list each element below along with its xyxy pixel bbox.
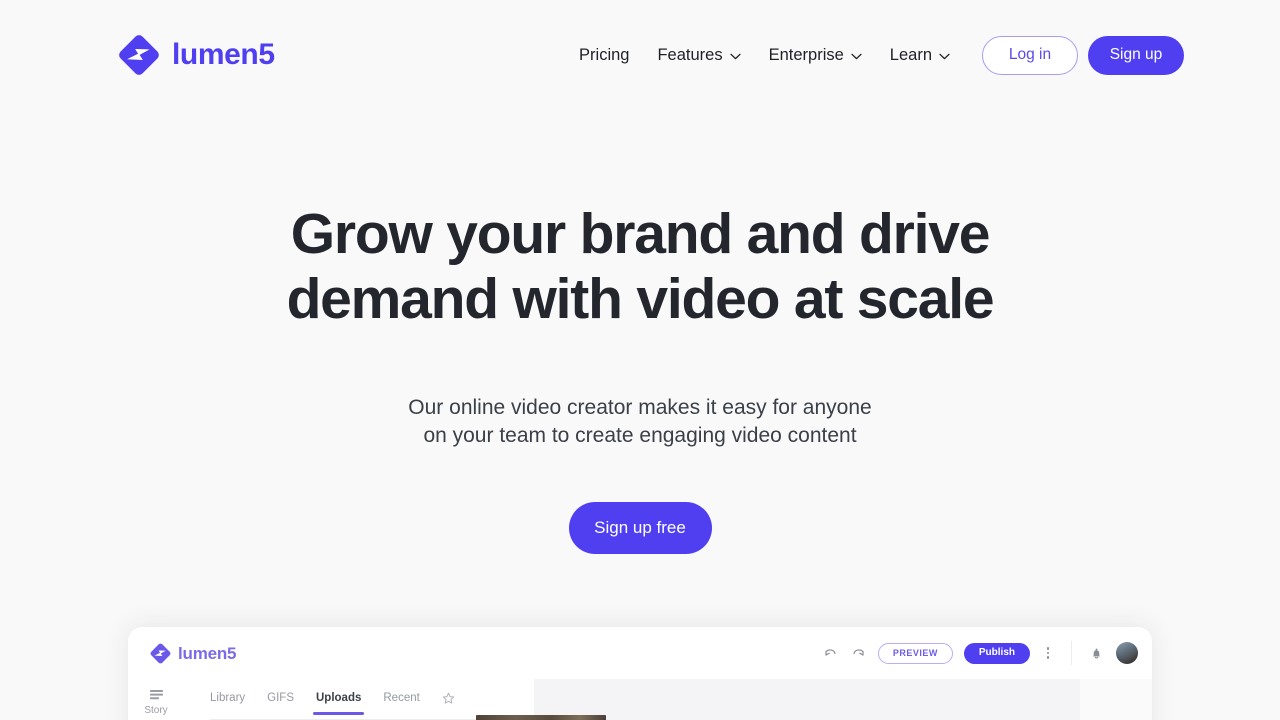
- nav-label-learn: Learn: [889, 45, 932, 64]
- chevron-down-icon: [851, 53, 862, 59]
- rail-label-story: Story: [144, 705, 168, 716]
- auth-actions: Log in Sign up: [982, 35, 1184, 75]
- login-button[interactable]: Log in: [982, 35, 1078, 75]
- mockup-body: Story Library GIFS Uploads Recent: [128, 679, 1152, 720]
- main-nav: Pricing Features Enterprise Learn: [579, 47, 950, 64]
- hero-title-line-1: Grow your brand and drive: [290, 202, 991, 266]
- kebab-dot: [1046, 651, 1050, 655]
- brand-logo[interactable]: lumen5: [118, 34, 275, 76]
- story-lines-icon[interactable]: [149, 689, 164, 702]
- hero-title-line-2: demand with video at scale: [286, 266, 995, 331]
- nav-item-enterprise[interactable]: Enterprise: [769, 47, 862, 64]
- nav-item-learn[interactable]: Learn: [890, 47, 950, 64]
- chevron-down-icon: [729, 53, 741, 59]
- signup-free-button[interactable]: Sign up free: [568, 501, 712, 554]
- nav-label-features: Features: [657, 45, 723, 64]
- lumen5-diamond-logo-icon: [119, 35, 159, 75]
- bell-icon[interactable]: [1088, 645, 1105, 662]
- nav-item-pricing[interactable]: Pricing: [579, 47, 629, 64]
- tab-recent[interactable]: Recent: [383, 692, 419, 715]
- redo-icon[interactable]: [850, 645, 867, 662]
- media-thumbnail-strip[interactable]: [476, 715, 606, 720]
- tab-library[interactable]: Library: [210, 692, 245, 715]
- mockup-left-rail: Story: [128, 679, 184, 720]
- lumen5-diamond-logo-icon: [150, 643, 171, 663]
- hero-subtitle-line-2: on your team to create engaging video co…: [423, 423, 857, 447]
- hero-subtitle-line-1: Our online video creator makes it easy f…: [408, 395, 872, 419]
- landing-page: lumen5 Pricing Features Enterprise Learn: [0, 0, 1280, 720]
- tab-uploads[interactable]: Uploads: [312, 692, 365, 715]
- star-icon[interactable]: [442, 692, 455, 705]
- kebab-dot: [1046, 647, 1050, 650]
- app-preview-mockup: lumen5 PREVIEW Publish Story Library GIF…: [128, 627, 1152, 720]
- avatar[interactable]: [1116, 642, 1138, 664]
- nav-label-pricing: Pricing: [579, 45, 630, 64]
- topbar-divider: [1071, 641, 1072, 665]
- mockup-topbar: lumen5 PREVIEW Publish: [128, 627, 1152, 679]
- hero-subtitle: Our online video creator makes it easy f…: [0, 394, 1280, 450]
- mockup-canvas-stage: [534, 679, 1152, 720]
- mockup-brand-name: lumen5: [178, 643, 237, 663]
- preview-button[interactable]: PREVIEW: [877, 642, 953, 664]
- hero-section: Grow your brand and drive demand with vi…: [0, 110, 1280, 554]
- signup-button[interactable]: Sign up: [1088, 35, 1184, 75]
- mockup-brand-logo[interactable]: lumen5: [150, 643, 237, 664]
- kebab-dot: [1046, 656, 1050, 659]
- kebab-menu-icon[interactable]: [1041, 645, 1055, 661]
- tab-gifs[interactable]: GIFS: [267, 692, 294, 715]
- mockup-topbar-actions: PREVIEW Publish: [822, 641, 1138, 665]
- undo-icon[interactable]: [822, 645, 839, 662]
- nav-item-features[interactable]: Features: [657, 45, 741, 64]
- nav-label-enterprise: Enterprise: [768, 45, 844, 64]
- hero-cta-wrap: Sign up free: [0, 450, 1280, 554]
- stage-right-pad: [1080, 679, 1152, 720]
- site-header: lumen5 Pricing Features Enterprise Learn: [0, 0, 1280, 110]
- hero-title: Grow your brand and drive demand with vi…: [0, 202, 1280, 332]
- brand-name: lumen5: [172, 38, 275, 71]
- publish-button[interactable]: Publish: [963, 642, 1030, 664]
- chevron-down-icon: [939, 53, 950, 59]
